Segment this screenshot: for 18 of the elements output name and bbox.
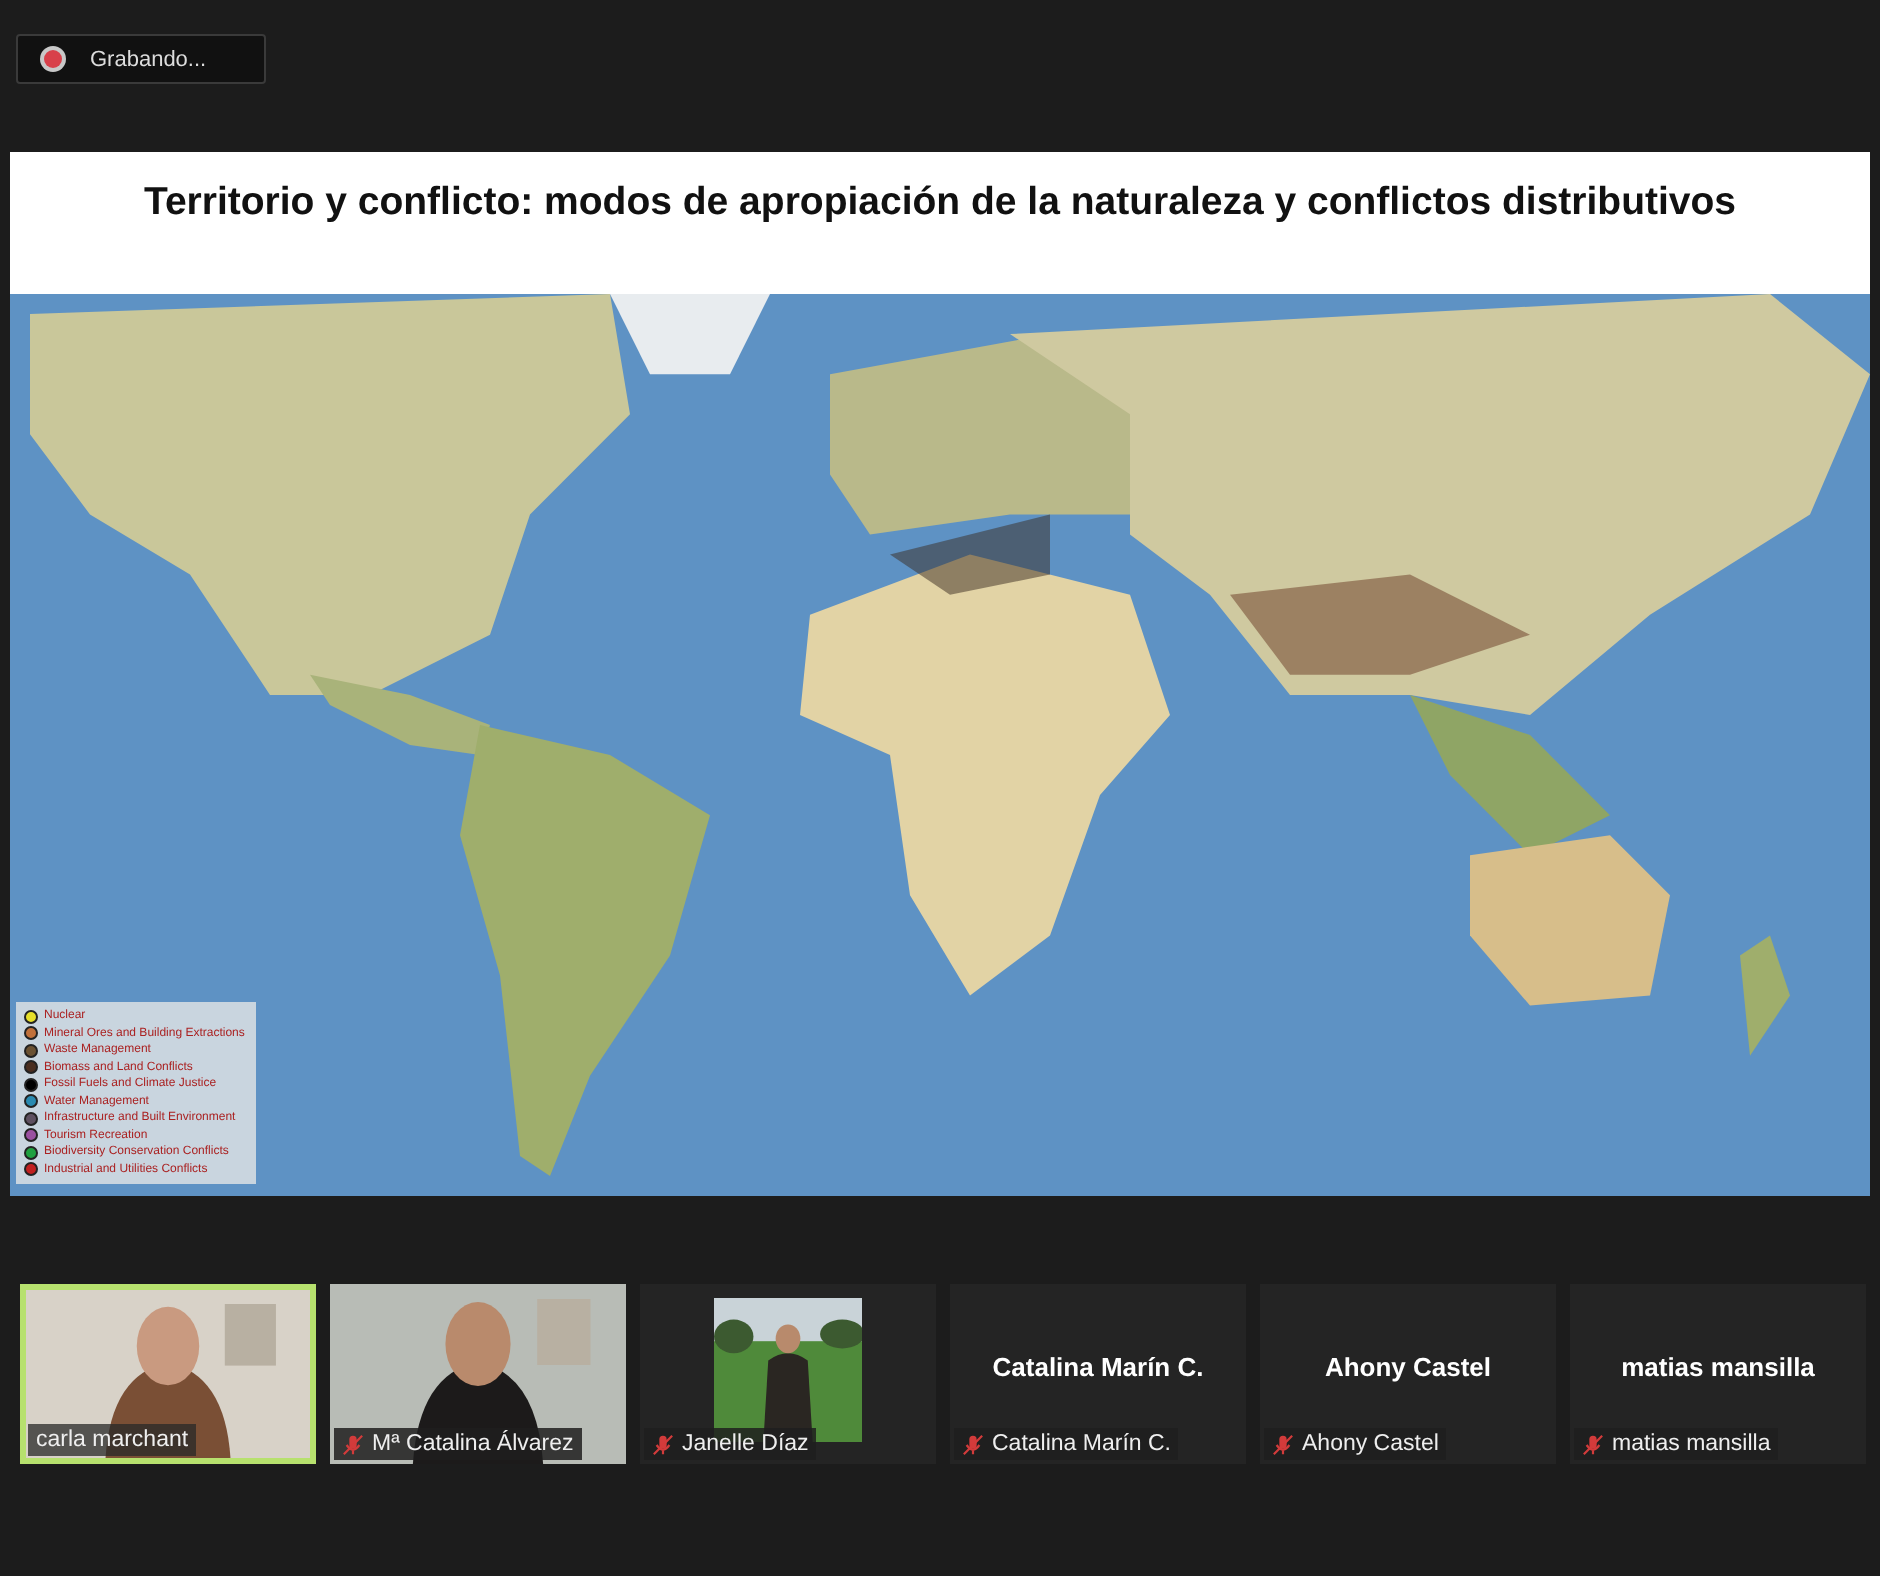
participant-tile[interactable]: Janelle Díaz	[640, 1284, 936, 1464]
participant-tile[interactable]: Ahony Castel Ahony Castel	[1260, 1284, 1556, 1464]
participant-label: matias mansilla	[1612, 1432, 1771, 1456]
participant-name: Catalina Marín C.	[992, 1351, 1204, 1381]
participant-label: Catalina Marín C.	[992, 1432, 1171, 1456]
recording-label: Grabando...	[90, 47, 207, 71]
participant-tile[interactable]: matias mansilla matias mansilla	[1570, 1284, 1866, 1464]
record-icon	[44, 50, 62, 68]
participant-tile[interactable]: Catalina Marín C. Catalina Marín C.	[950, 1284, 1246, 1464]
participant-tile[interactable]: Mª Catalina Álvarez	[330, 1284, 626, 1464]
participant-label: Ahony Castel	[1302, 1432, 1439, 1456]
participant-name: matias mansilla	[1621, 1351, 1815, 1381]
participant-tile[interactable]: carla marchant	[20, 1284, 316, 1464]
participant-name: Ahony Castel	[1324, 1351, 1492, 1381]
participant-label: carla marchant	[36, 1428, 189, 1452]
slide-title: Territorio y conflicto: modos de apropiación de la naturaleza y conflictos distributivos	[143, 180, 1736, 226]
participant-label: Mª Catalina Álvarez	[372, 1432, 574, 1456]
participant-label: Janelle Díaz	[682, 1432, 809, 1456]
